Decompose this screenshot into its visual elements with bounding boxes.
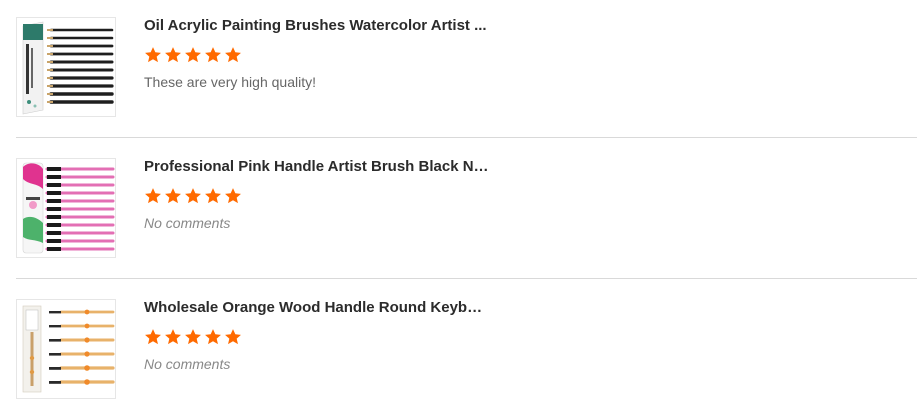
divider: [16, 137, 917, 138]
star-icon: [204, 187, 222, 205]
star-icon: [144, 46, 162, 64]
product-thumbnail[interactable]: [16, 299, 116, 399]
pink-brush-set-image: [17, 159, 115, 257]
product-title[interactable]: Wholesale Orange Wood Handle Round Keybo…: [144, 299, 489, 317]
review-item: Oil Acrylic Painting Brushes Watercolor …: [16, 17, 917, 117]
review-item: Professional Pink Handle Artist Brush Bl…: [16, 158, 917, 258]
divider: [16, 278, 917, 279]
star-icon: [144, 187, 162, 205]
product-title[interactable]: Professional Pink Handle Artist Brush Bl…: [144, 158, 489, 176]
star-icon: [184, 46, 202, 64]
star-icon: [164, 328, 182, 346]
product-title[interactable]: Oil Acrylic Painting Brushes Watercolor …: [144, 17, 489, 35]
star-icon: [164, 187, 182, 205]
review-comment: No comments: [144, 215, 231, 231]
star-icon: [164, 46, 182, 64]
review-list: Oil Acrylic Painting Brushes Watercolor …: [0, 0, 917, 417]
star-icon: [224, 328, 242, 346]
review-comment: No comments: [144, 356, 231, 372]
star-rating: [144, 46, 242, 66]
product-thumbnail[interactable]: [16, 17, 116, 117]
star-icon: [204, 46, 222, 64]
star-icon: [204, 328, 222, 346]
star-icon: [144, 328, 162, 346]
star-icon: [224, 187, 242, 205]
star-icon: [224, 46, 242, 64]
review-item: Wholesale Orange Wood Handle Round Keybo…: [16, 299, 917, 399]
product-thumbnail[interactable]: [16, 158, 116, 258]
star-icon: [184, 187, 202, 205]
star-rating: [144, 187, 242, 207]
black-brush-set-box-image: [17, 18, 115, 116]
star-rating: [144, 328, 242, 348]
wood-brush-set-image: [17, 300, 115, 398]
review-comment: These are very high quality!: [144, 74, 316, 90]
star-icon: [184, 328, 202, 346]
